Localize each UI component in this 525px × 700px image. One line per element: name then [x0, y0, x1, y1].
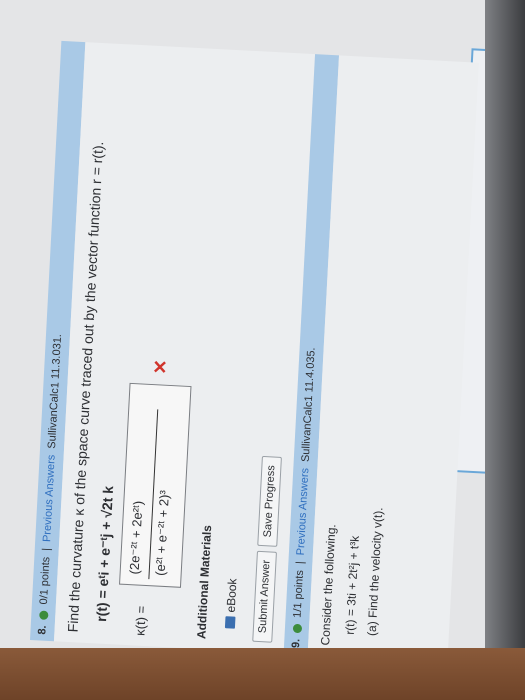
question9-source: SullivanCalc1 11.4.035. [299, 347, 318, 463]
answer-denominator: (e²ᵗ + e⁻²ᵗ + 2)³ [152, 489, 173, 577]
question8-previous-answers-link[interactable]: Previous Answers [41, 454, 58, 542]
page-content: eBook 8. 0/1 points | Previous Answers S… [30, 40, 515, 650]
curvature-answer-field[interactable]: (2e⁻²ᵗ + 2e²ᵗ) (e²ᵗ + e⁻²ᵗ + 2)³ [119, 382, 192, 588]
question9-separator: | [294, 560, 307, 565]
desk-surface [0, 648, 525, 700]
question9-points: 1/1 points [291, 569, 307, 619]
submit-answer-button[interactable]: Submit Answer [252, 550, 277, 643]
incorrect-icon: ✕ [150, 358, 171, 375]
question8-function: r(t) = eᵗi + e⁻ᵗj + √2t k [93, 485, 117, 623]
question8-ebook-link[interactable]: eBook [223, 578, 240, 629]
screen: eBook 8. 0/1 points | Previous Answers S… [0, 0, 515, 650]
question8-status-icon [38, 610, 49, 620]
question8-separator: | [40, 547, 53, 552]
question9-prompt: Consider the following. [318, 523, 339, 646]
question9-previous-answers-link[interactable]: Previous Answers [295, 468, 312, 556]
question9-status-icon [292, 623, 302, 633]
answer-numerator: (2e⁻²ᵗ + 2e²ᵗ) [126, 500, 146, 575]
additional-materials-heading: Additional Materials [194, 524, 215, 640]
question8-number: 8. [36, 625, 49, 635]
question9-number: 9. [289, 638, 303, 649]
question9-part-a: (a) Find the velocity v(t). [364, 506, 386, 637]
question9-function: r(t) = 3ti + 2t²j + t³k [342, 535, 362, 636]
question8-points: 0/1 points [37, 556, 53, 605]
question8-source: SullivanCalc1 11.3.031. [46, 333, 65, 450]
save-progress-button[interactable]: Save Progress [257, 455, 282, 547]
monitor-bezel [485, 0, 525, 700]
book-icon [224, 616, 236, 629]
question9-body: Consider the following. r(t) = 3ti + 2t²… [307, 55, 479, 650]
question8-ebook-label: eBook [223, 578, 240, 613]
kappa-label: κ(t) = [132, 605, 149, 637]
question8-body: Find the curvature κ of the space curve … [53, 42, 316, 650]
